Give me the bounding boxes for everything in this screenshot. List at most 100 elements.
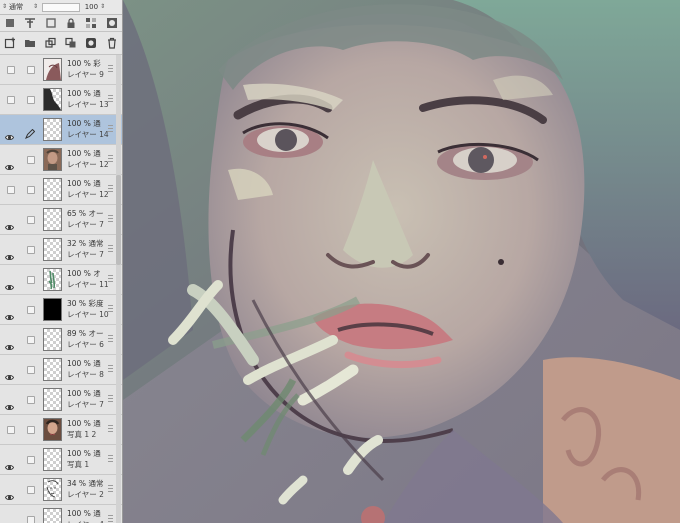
layer-row[interactable]: 100 % 通写真 1 2: [0, 415, 122, 445]
eye-icon[interactable]: [4, 336, 15, 350]
lock-checkbox[interactable]: [27, 306, 35, 314]
drag-handle-icon[interactable]: [108, 425, 113, 433]
eye-icon[interactable]: [4, 216, 15, 230]
layer-thumbnail: [43, 58, 62, 81]
layer-row[interactable]: 100 % 通レイヤー 14: [0, 115, 122, 145]
visibility-checkbox[interactable]: [7, 426, 15, 434]
layer-blend-mode: 彩: [93, 59, 101, 68]
pen-icon[interactable]: [25, 124, 36, 139]
merge-down-icon[interactable]: [64, 36, 78, 50]
drag-handle-icon[interactable]: [108, 365, 113, 373]
layer-row[interactable]: 100 % 通レイヤー 12: [0, 145, 122, 175]
layer-info: 100 % 通レイヤー 12: [67, 148, 111, 170]
drag-handle-icon[interactable]: [108, 335, 113, 343]
lock-checkbox[interactable]: [27, 156, 35, 164]
copy-layer-icon[interactable]: [44, 36, 58, 50]
lock-checkbox[interactable]: [27, 96, 35, 104]
drag-handle-icon[interactable]: [108, 95, 113, 103]
new-raster-layer-icon[interactable]: [3, 36, 17, 50]
layer-row[interactable]: 34 % 通常 レイヤー 2: [0, 475, 122, 505]
lock-checkbox[interactable]: [27, 396, 35, 404]
clip-layer-icon[interactable]: [3, 16, 17, 30]
drag-handle-icon[interactable]: [108, 485, 113, 493]
scrollbar-thumb[interactable]: [116, 175, 121, 265]
lock-checkbox[interactable]: [27, 276, 35, 284]
drag-handle-icon[interactable]: [108, 395, 113, 403]
lock-layer-icon[interactable]: [64, 16, 78, 30]
lock-checkbox[interactable]: [27, 426, 35, 434]
layer-row[interactable]: 100 % 通レイヤー 4: [0, 505, 122, 523]
opacity-value-stepper-icon[interactable]: ⇕: [100, 4, 105, 10]
eye-icon[interactable]: [4, 456, 15, 470]
eye-icon[interactable]: [4, 276, 15, 290]
eye-icon[interactable]: [4, 126, 15, 140]
drag-handle-icon[interactable]: [108, 305, 113, 313]
drag-handle-icon[interactable]: [108, 245, 113, 253]
layer-opacity-blend: 100 % 通: [67, 88, 111, 99]
visibility-checkbox[interactable]: [7, 66, 15, 74]
lock-checkbox[interactable]: [27, 486, 35, 494]
blend-mode-stepper-icon[interactable]: ⇕: [2, 4, 7, 10]
lock-checkbox[interactable]: [27, 516, 35, 523]
layer-row[interactable]: 89 % オー レイヤー 6: [0, 325, 122, 355]
layer-list: 100 % 彩レイヤー 9 100 % 通レイヤー 13 100 % 通レイヤー 1…: [0, 55, 122, 523]
layer-info: 100 % 通写真 1: [67, 448, 111, 470]
layer-mask-icon[interactable]: [105, 16, 119, 30]
lock-checkbox[interactable]: [27, 246, 35, 254]
layer-name: レイヤー 9: [67, 70, 104, 79]
layer-row[interactable]: 65 % オー レイヤー 7: [0, 205, 122, 235]
layer-row[interactable]: 100 % 通レイヤー 8: [0, 355, 122, 385]
layer-row[interactable]: 100 % 通写真 1: [0, 445, 122, 475]
lock-checkbox[interactable]: [27, 336, 35, 344]
layer-opacity: 100 %: [67, 509, 91, 518]
draft-layer-icon[interactable]: [44, 16, 58, 30]
visibility-checkbox[interactable]: [7, 96, 15, 104]
lock-checkbox[interactable]: [27, 216, 35, 224]
layer-row[interactable]: 100 % 通レイヤー 13: [0, 85, 122, 115]
eye-icon[interactable]: [4, 156, 15, 170]
opacity-stepper-icon[interactable]: ⇕: [33, 4, 38, 10]
drag-handle-icon[interactable]: [108, 185, 113, 193]
lock-checkbox[interactable]: [27, 66, 35, 74]
drag-handle-icon[interactable]: [108, 155, 113, 163]
eye-icon[interactable]: [5, 516, 14, 523]
layer-info: 34 % 通常 レイヤー 2: [67, 478, 111, 500]
layer-opacity: 100 %: [67, 449, 91, 458]
layer-row[interactable]: 100 % 通レイヤー 12: [0, 175, 122, 205]
add-mask-icon[interactable]: [84, 36, 98, 50]
layer-opacity-blend: 34 % 通常: [67, 478, 111, 489]
drag-handle-icon[interactable]: [108, 515, 113, 523]
layer-row[interactable]: 100 % 通レイヤー 7: [0, 385, 122, 415]
eye-icon[interactable]: [4, 306, 15, 320]
eye-icon[interactable]: [4, 396, 15, 410]
eye-icon[interactable]: [4, 366, 15, 380]
drawing-canvas[interactable]: [123, 0, 680, 523]
drag-handle-icon[interactable]: [108, 455, 113, 463]
layer-row[interactable]: 30 % 彩度 レイヤー 10: [0, 295, 122, 325]
layer-opacity: 100 %: [67, 359, 91, 368]
drag-handle-icon[interactable]: [108, 215, 113, 223]
lock-transparency-icon[interactable]: [84, 16, 98, 30]
layer-opacity-blend: 30 % 彩度: [67, 298, 111, 309]
drag-handle-icon[interactable]: [108, 65, 113, 73]
eye-icon[interactable]: [4, 246, 15, 260]
layer-row[interactable]: 100 % 彩レイヤー 9: [0, 55, 122, 85]
delete-layer-icon[interactable]: [105, 36, 119, 50]
drag-handle-icon[interactable]: [108, 275, 113, 283]
eye-icon[interactable]: [4, 486, 15, 500]
opacity-slider[interactable]: [42, 2, 81, 12]
layer-row[interactable]: 100 % オレイヤー 11: [0, 265, 122, 295]
blend-mode-select[interactable]: 通常: [9, 2, 31, 12]
reference-layer-icon[interactable]: [23, 16, 37, 30]
new-folder-icon[interactable]: [23, 36, 37, 50]
lock-checkbox[interactable]: [27, 366, 35, 374]
layer-list-scrollbar[interactable]: [116, 55, 121, 523]
layer-opacity: 89 %: [67, 329, 87, 338]
lock-checkbox[interactable]: [27, 186, 35, 194]
layer-row[interactable]: 32 % 通常 レイヤー 7: [0, 235, 122, 265]
layer-thumbnail: [43, 298, 62, 321]
drag-handle-icon[interactable]: [108, 125, 113, 133]
opacity-value[interactable]: 100: [82, 3, 98, 11]
lock-checkbox[interactable]: [27, 456, 35, 464]
visibility-checkbox[interactable]: [7, 186, 15, 194]
